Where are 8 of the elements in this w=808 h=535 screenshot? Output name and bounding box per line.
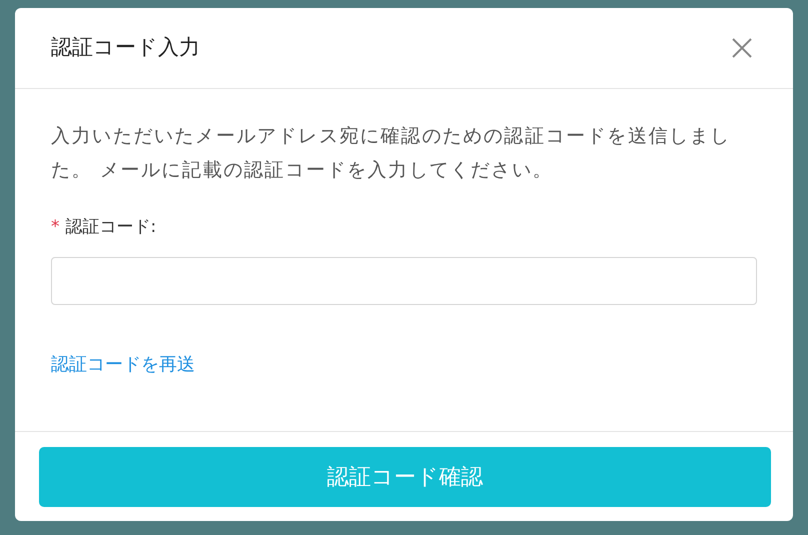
dialog-title: 認証コード入力 <box>51 35 200 61</box>
close-icon <box>731 37 753 59</box>
input-field[interactable] <box>51 256 757 304</box>
field-label: 認証コード: <box>66 216 156 239</box>
resend-link[interactable]: 認証コードを再送 <box>51 350 195 378</box>
confirm-button[interactable]: 認証コード確認 <box>39 447 771 507</box>
instruction-text: 入力いただいたメールアドレス宛に確認のための認証コードを送信しました。 メールに記載の認証コードを入力してください。 <box>51 124 732 183</box>
required-mark: * <box>51 216 60 239</box>
